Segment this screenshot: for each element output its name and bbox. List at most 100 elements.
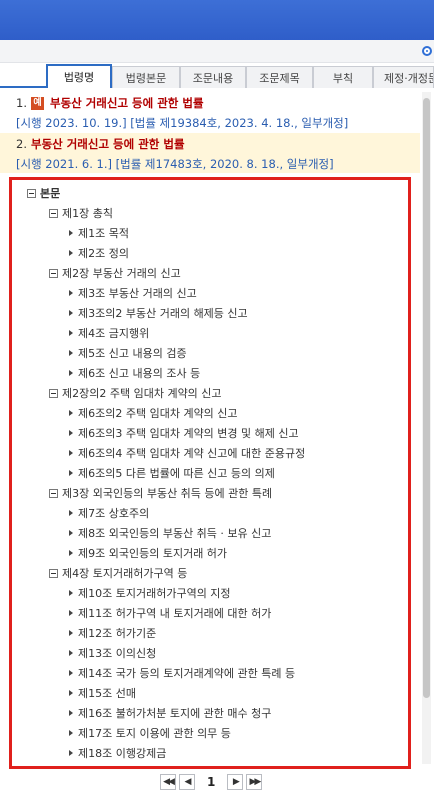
tree-article[interactable]: 제1조 목적 — [69, 225, 129, 241]
article-label[interactable]: 제6조의5 다른 법률에 따른 신고 등의 의제 — [78, 465, 275, 481]
tree-article[interactable]: 제3조의2 부동산 거래의 해제등 신고 — [69, 305, 248, 321]
result-item[interactable]: 1. 예 부동산 거래신고 등에 관한 법률 [시행 2023. 10. 19.… — [0, 92, 420, 132]
collapse-icon[interactable] — [49, 208, 58, 218]
article-label[interactable]: 제6조의2 주택 임대차 계약의 신고 — [78, 405, 238, 421]
article-label[interactable]: 제3조의2 부동산 거래의 해제등 신고 — [78, 305, 248, 321]
article-label[interactable]: 제8조 외국인등의 부동산 취득 · 보유 신고 — [78, 525, 271, 541]
chapter-label[interactable]: 제2장 부동산 거래의 신고 — [62, 265, 181, 281]
article-label[interactable]: 제6조의4 주택 임대차 계약 신고에 대한 준용규정 — [78, 445, 305, 461]
article-label[interactable]: 제7조 상호주의 — [78, 505, 149, 521]
article-label[interactable]: 제2조 정의 — [78, 245, 129, 261]
tree-article[interactable]: 제6조의3 주택 임대차 계약의 변경 및 해제 신고 — [69, 425, 299, 441]
arrow-right-icon — [69, 690, 73, 696]
arrow-right-icon — [69, 350, 73, 356]
tab-enactment-text[interactable]: 제정·개정문 — [373, 66, 434, 88]
arrow-right-icon — [69, 750, 73, 756]
arrow-right-icon — [69, 710, 73, 716]
article-label[interactable]: 제9조 외국인등의 토지거래 허가 — [78, 545, 227, 561]
article-label[interactable]: 제6조 신고 내용의 조사 등 — [78, 365, 200, 381]
tree-article[interactable]: 제15조 선매 — [69, 685, 136, 701]
article-label[interactable]: 제12조 허가기준 — [78, 625, 156, 641]
collapse-icon[interactable] — [27, 188, 36, 198]
tab-addenda[interactable]: 부칙 — [313, 66, 373, 88]
pre-notice-badge: 예 — [30, 96, 44, 110]
tree-article[interactable]: 제8조 외국인등의 부동산 취득 · 보유 신고 — [69, 525, 271, 541]
collapse-icon[interactable] — [49, 488, 58, 498]
vertical-scrollbar[interactable] — [422, 92, 431, 764]
top-header-bar — [0, 0, 434, 40]
article-label[interactable]: 제10조 토지거래허가구역의 지정 — [78, 585, 231, 601]
collapse-icon[interactable] — [49, 268, 58, 278]
scrollbar-thumb[interactable] — [423, 98, 430, 698]
tree-article[interactable]: 제3조 부동산 거래의 신고 — [69, 285, 197, 301]
prev-page-button[interactable]: ◀ — [179, 774, 195, 790]
tree-root-label[interactable]: 본문 — [40, 185, 60, 201]
arrow-right-icon — [69, 450, 73, 456]
tree-article[interactable]: 제11조 허가구역 내 토지거래에 대한 허가 — [69, 605, 271, 621]
tree-chapter[interactable]: 제1장 총칙 — [49, 205, 113, 221]
tree-article[interactable]: 제6조 신고 내용의 조사 등 — [69, 365, 200, 381]
article-label[interactable]: 제16조 불허가처분 토지에 관한 매수 청구 — [78, 705, 271, 721]
arrow-right-icon — [69, 370, 73, 376]
tree-article[interactable]: 제18조 이행강제금 — [69, 745, 166, 761]
tree-article[interactable]: 제9조 외국인등의 토지거래 허가 — [69, 545, 227, 561]
tree-article[interactable]: 제14조 국가 등의 토지거래계약에 관한 특례 등 — [69, 665, 295, 681]
tree-article[interactable]: 제7조 상호주의 — [69, 505, 149, 521]
tree-chapter[interactable]: 제2장의2 주택 임대차 계약의 신고 — [49, 385, 222, 401]
collapse-icon[interactable] — [49, 568, 58, 578]
tree-root[interactable]: 본문 — [27, 185, 60, 201]
article-label[interactable]: 제13조 이의신청 — [78, 645, 156, 661]
tab-law-body[interactable]: 법령본문 — [112, 66, 180, 88]
article-label[interactable]: 제6조의3 주택 임대차 계약의 변경 및 해제 신고 — [78, 425, 299, 441]
pagination: ◀◀ ◀ 1 ▶ ▶▶ — [160, 773, 265, 791]
result-title[interactable]: 부동산 거래신고 등에 관한 법률 — [50, 95, 204, 111]
arrow-right-icon — [69, 230, 73, 236]
arrow-right-icon — [69, 290, 73, 296]
arrow-right-icon — [69, 310, 73, 316]
chapter-label[interactable]: 제3장 외국인등의 부동산 취득 등에 관한 특례 — [62, 485, 272, 501]
article-label[interactable]: 제15조 선매 — [78, 685, 136, 701]
tab-article-title[interactable]: 조문제목 — [246, 66, 313, 88]
tree-chapter[interactable]: 제3장 외국인등의 부동산 취득 등에 관한 특례 — [49, 485, 272, 501]
tree-chapter[interactable]: 제4장 토지거래허가구역 등 — [49, 565, 187, 581]
search-tabs: 법령명 법령본문 조문내용 조문제목 부칙 제정·개정문 — [0, 62, 434, 88]
collapse-icon[interactable] — [49, 388, 58, 398]
tree-article[interactable]: 제4조 금지행위 — [69, 325, 149, 341]
radio-button[interactable] — [422, 46, 432, 56]
next-page-button[interactable]: ▶ — [227, 774, 244, 790]
first-page-button[interactable]: ◀◀ — [160, 774, 176, 790]
last-page-button[interactable]: ▶▶ — [246, 774, 263, 790]
arrow-right-icon — [69, 530, 73, 536]
article-label[interactable]: 제17조 토지 이용에 관한 의무 등 — [78, 725, 231, 741]
article-label[interactable]: 제1조 목적 — [78, 225, 129, 241]
tab-article-content[interactable]: 조문내용 — [180, 66, 246, 88]
arrow-right-icon — [69, 330, 73, 336]
tree-article[interactable]: 제16조 불허가처분 토지에 관한 매수 청구 — [69, 705, 271, 721]
tree-article[interactable]: 제17조 토지 이용에 관한 의무 등 — [69, 725, 231, 741]
tree-article[interactable]: 제6조의4 주택 임대차 계약 신고에 대한 준용규정 — [69, 445, 305, 461]
tree-article[interactable]: 제12조 허가기준 — [69, 625, 156, 641]
article-label[interactable]: 제4조 금지행위 — [78, 325, 149, 341]
tree-chapter[interactable]: 제2장 부동산 거래의 신고 — [49, 265, 181, 281]
result-number: 2. — [16, 137, 27, 151]
article-label[interactable]: 제14조 국가 등의 토지거래계약에 관한 특례 등 — [78, 665, 295, 681]
result-title[interactable]: 부동산 거래신고 등에 관한 법률 — [31, 136, 185, 152]
chapter-label[interactable]: 제2장의2 주택 임대차 계약의 신고 — [62, 385, 222, 401]
tree-article[interactable]: 제5조 신고 내용의 검증 — [69, 345, 187, 361]
article-label[interactable]: 제5조 신고 내용의 검증 — [78, 345, 187, 361]
chapter-label[interactable]: 제1장 총칙 — [62, 205, 113, 221]
tree-article[interactable]: 제2조 정의 — [69, 245, 129, 261]
tab-law-name[interactable]: 법령명 — [46, 64, 112, 88]
article-label[interactable]: 제18조 이행강제금 — [78, 745, 166, 761]
tree-article[interactable]: 제6조의5 다른 법률에 따른 신고 등의 의제 — [69, 465, 275, 481]
arrow-right-icon — [69, 510, 73, 516]
article-label[interactable]: 제11조 허가구역 내 토지거래에 대한 허가 — [78, 605, 271, 621]
result-item-selected[interactable]: 2. 부동산 거래신고 등에 관한 법률 [시행 2021. 6. 1.] [법… — [0, 133, 420, 173]
arrow-right-icon — [69, 250, 73, 256]
article-label[interactable]: 제3조 부동산 거래의 신고 — [78, 285, 197, 301]
tree-article[interactable]: 제13조 이의신청 — [69, 645, 156, 661]
tree-article[interactable]: 제6조의2 주택 임대차 계약의 신고 — [69, 405, 238, 421]
current-page-number: 1 — [207, 775, 216, 789]
tree-article[interactable]: 제10조 토지거래허가구역의 지정 — [69, 585, 231, 601]
chapter-label[interactable]: 제4장 토지거래허가구역 등 — [62, 565, 187, 581]
